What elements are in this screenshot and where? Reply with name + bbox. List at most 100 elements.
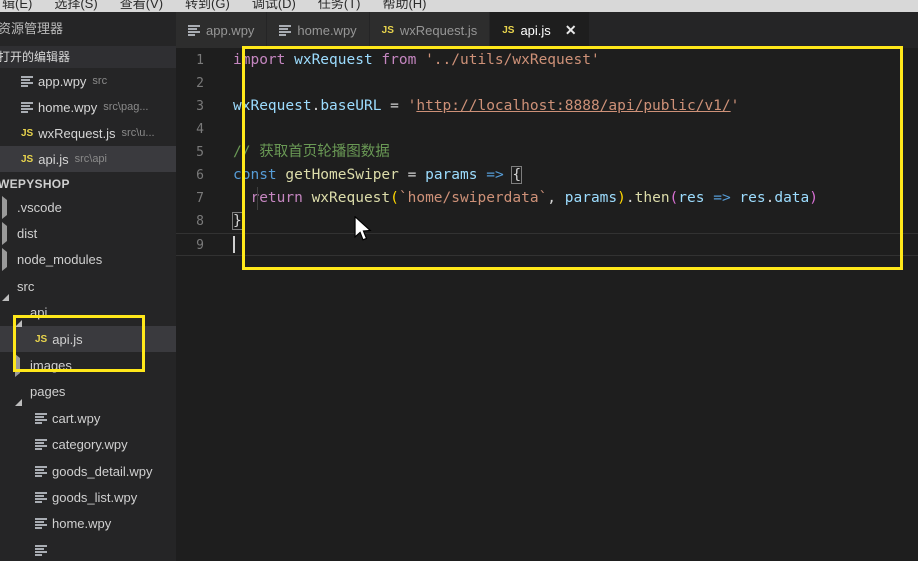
menu-items[interactable]: 辑(E) 选择(S) 查看(V) 转到(G) 调试(D) 任务(T) 帮助(H) — [2, 0, 449, 12]
open-editor-item-api.js[interactable]: JSapi.jssrc\api — [0, 146, 176, 172]
tree-file-goods_detail.wpy[interactable]: goods_detail.wpy — [0, 458, 176, 484]
tree-file-home.wpy[interactable]: home.wpy — [0, 511, 176, 537]
tab-label: api.js — [520, 23, 550, 38]
editor-tab-bar: app.wpyhome.wpyJSwxRequest.jsJSapi.js✕ — [176, 12, 918, 48]
js-file-icon: JS — [21, 154, 33, 165]
open-editor-path: src\u... — [122, 127, 155, 139]
tree-item-label: api — [30, 305, 47, 320]
code-token: // 获取首页轮播图数据 — [233, 144, 390, 160]
explorer-sidebar: 资源管理器 打开的编辑器 app.wpy src home.wpy src\pag..… — [0, 12, 176, 561]
tree-file-api.js[interactable]: JSapi.js — [0, 326, 176, 352]
chevron-collapsed-icon — [2, 226, 12, 241]
code-token: wxRequest — [233, 98, 312, 114]
chevron-expanded-icon — [15, 305, 25, 320]
tree-item-label: images — [30, 358, 72, 373]
open-editors-list: app.wpy src home.wpy src\pag... JSwxRequest.… — [0, 68, 176, 172]
tree-folder-node_modules[interactable]: node_modules — [0, 247, 176, 273]
open-editor-name: app.wpy — [38, 74, 86, 89]
file-lines-icon — [21, 102, 33, 113]
file-lines-icon — [21, 76, 33, 87]
tab-label: wxRequest.js — [400, 23, 477, 38]
file-lines-icon — [35, 466, 47, 477]
open-editor-path: src — [92, 75, 107, 87]
vscode-window: 辑(E) 选择(S) 查看(V) 转到(G) 调试(D) 任务(T) 帮助(H) 资源管理器… — [0, 0, 918, 561]
menu-item[interactable]: 辑(E) — [2, 0, 32, 11]
explorer-title: 资源管理器 — [0, 12, 176, 46]
menu-item[interactable]: 转到(G) — [185, 0, 230, 11]
code-line-3[interactable]: 3wxRequest.baseURL = 'http://localhost:8… — [176, 95, 918, 118]
js-file-icon: JS — [21, 128, 33, 139]
code-line-7[interactable]: 7 return wxRequest(`home/swiperdata`, pa… — [176, 187, 918, 210]
code-token: => — [477, 167, 512, 183]
line-number: 9 — [176, 234, 228, 255]
code-token: from — [381, 52, 425, 68]
tab-close-icon[interactable]: ✕ — [565, 22, 577, 39]
tab-wxRequest.js[interactable]: JSwxRequest.js — [370, 12, 491, 48]
code-line-1[interactable]: 1import wxRequest from '../utils/wxReque… — [176, 49, 918, 72]
file-tree: .vscodedistnode_modulessrc api JSapi.js ima… — [0, 194, 176, 561]
code-token: return — [250, 190, 311, 206]
js-file-icon: JS — [35, 334, 47, 345]
tree-file-goods_list.wpy[interactable]: goods_list.wpy — [0, 484, 176, 510]
menu-item[interactable]: 查看(V) — [120, 0, 163, 11]
tree-folder-.vscode[interactable]: .vscode — [0, 194, 176, 220]
open-editor-item-home.wpy[interactable]: home.wpy src\pag... — [0, 94, 176, 120]
code-token: ) — [617, 190, 626, 206]
code-token: data — [774, 190, 809, 206]
code-line-2[interactable]: 2 — [176, 72, 918, 95]
open-editor-name: home.wpy — [38, 100, 97, 115]
tree-file-category.wpy[interactable]: category.wpy — [0, 432, 176, 458]
code-token: const — [233, 167, 285, 183]
tab-label: home.wpy — [297, 23, 356, 38]
menu-bar[interactable]: 辑(E) 选择(S) 查看(V) 转到(G) 调试(D) 任务(T) 帮助(H) — [0, 0, 918, 12]
tree-item-label: category.wpy — [52, 437, 128, 452]
menu-item[interactable]: 调试(D) — [252, 0, 296, 11]
menu-item[interactable]: 选择(S) — [54, 0, 97, 11]
code-line-content: } — [228, 210, 918, 233]
chevron-collapsed-icon — [2, 252, 12, 267]
code-line-8[interactable]: 8} — [176, 210, 918, 233]
open-editor-item-wxRequest.js[interactable]: JSwxRequest.jssrc\u... — [0, 120, 176, 146]
tree-folder-dist[interactable]: dist — [0, 220, 176, 246]
tree-folder-images[interactable]: images — [0, 352, 176, 378]
code-area[interactable]: 1import wxRequest from '../utils/wxReque… — [176, 48, 918, 256]
code-token: then — [635, 190, 670, 206]
file-lines-icon — [35, 492, 47, 503]
code-editor[interactable]: 1import wxRequest from '../utils/wxReque… — [176, 48, 918, 561]
tree-folder-src[interactable]: src — [0, 273, 176, 299]
open-editors-header[interactable]: 打开的编辑器 — [0, 46, 176, 68]
line-number: 3 — [176, 95, 228, 118]
tab-api.js[interactable]: JSapi.js✕ — [490, 12, 589, 48]
open-editor-item-app.wpy[interactable]: app.wpy src — [0, 68, 176, 94]
code-line-5[interactable]: 5// 获取首页轮播图数据 — [176, 141, 918, 164]
code-token: res — [739, 190, 765, 206]
project-section-header[interactable]: WEPYSHOP — [0, 174, 176, 194]
code-token: , — [547, 190, 564, 206]
code-token: = — [399, 167, 425, 183]
code-token: wxRequest — [294, 52, 381, 68]
code-line-content: // 获取首页轮播图数据 — [228, 141, 918, 164]
code-line-4[interactable]: 4 — [176, 118, 918, 141]
tree-file-cart.wpy[interactable]: cart.wpy — [0, 405, 176, 431]
text-cursor — [233, 236, 235, 253]
code-line-9[interactable]: 9 — [176, 233, 918, 256]
menu-item[interactable]: 任务(T) — [318, 0, 361, 11]
chevron-collapsed-icon — [2, 200, 12, 215]
tab-home.wpy[interactable]: home.wpy — [267, 12, 369, 48]
code-token: getHomeSwiper — [285, 167, 399, 183]
file-lines-icon — [35, 413, 47, 424]
code-token: ) — [809, 190, 818, 206]
tree-file-partial[interactable] — [0, 537, 176, 561]
code-token: } — [232, 212, 243, 230]
tree-folder-api[interactable]: api — [0, 300, 176, 326]
open-editor-path: src\api — [75, 153, 107, 165]
menu-item[interactable]: 帮助(H) — [382, 0, 426, 11]
tree-item-label: home.wpy — [52, 516, 111, 531]
file-lines-icon — [188, 25, 200, 36]
tab-app.wpy[interactable]: app.wpy — [176, 12, 267, 48]
code-token: { — [511, 166, 522, 184]
code-line-content: wxRequest.baseURL = 'http://localhost:88… — [228, 95, 918, 118]
tree-folder-pages[interactable]: pages — [0, 379, 176, 405]
open-editor-path: src\pag... — [103, 101, 148, 113]
code-line-6[interactable]: 6const getHomeSwiper = params => { — [176, 164, 918, 187]
